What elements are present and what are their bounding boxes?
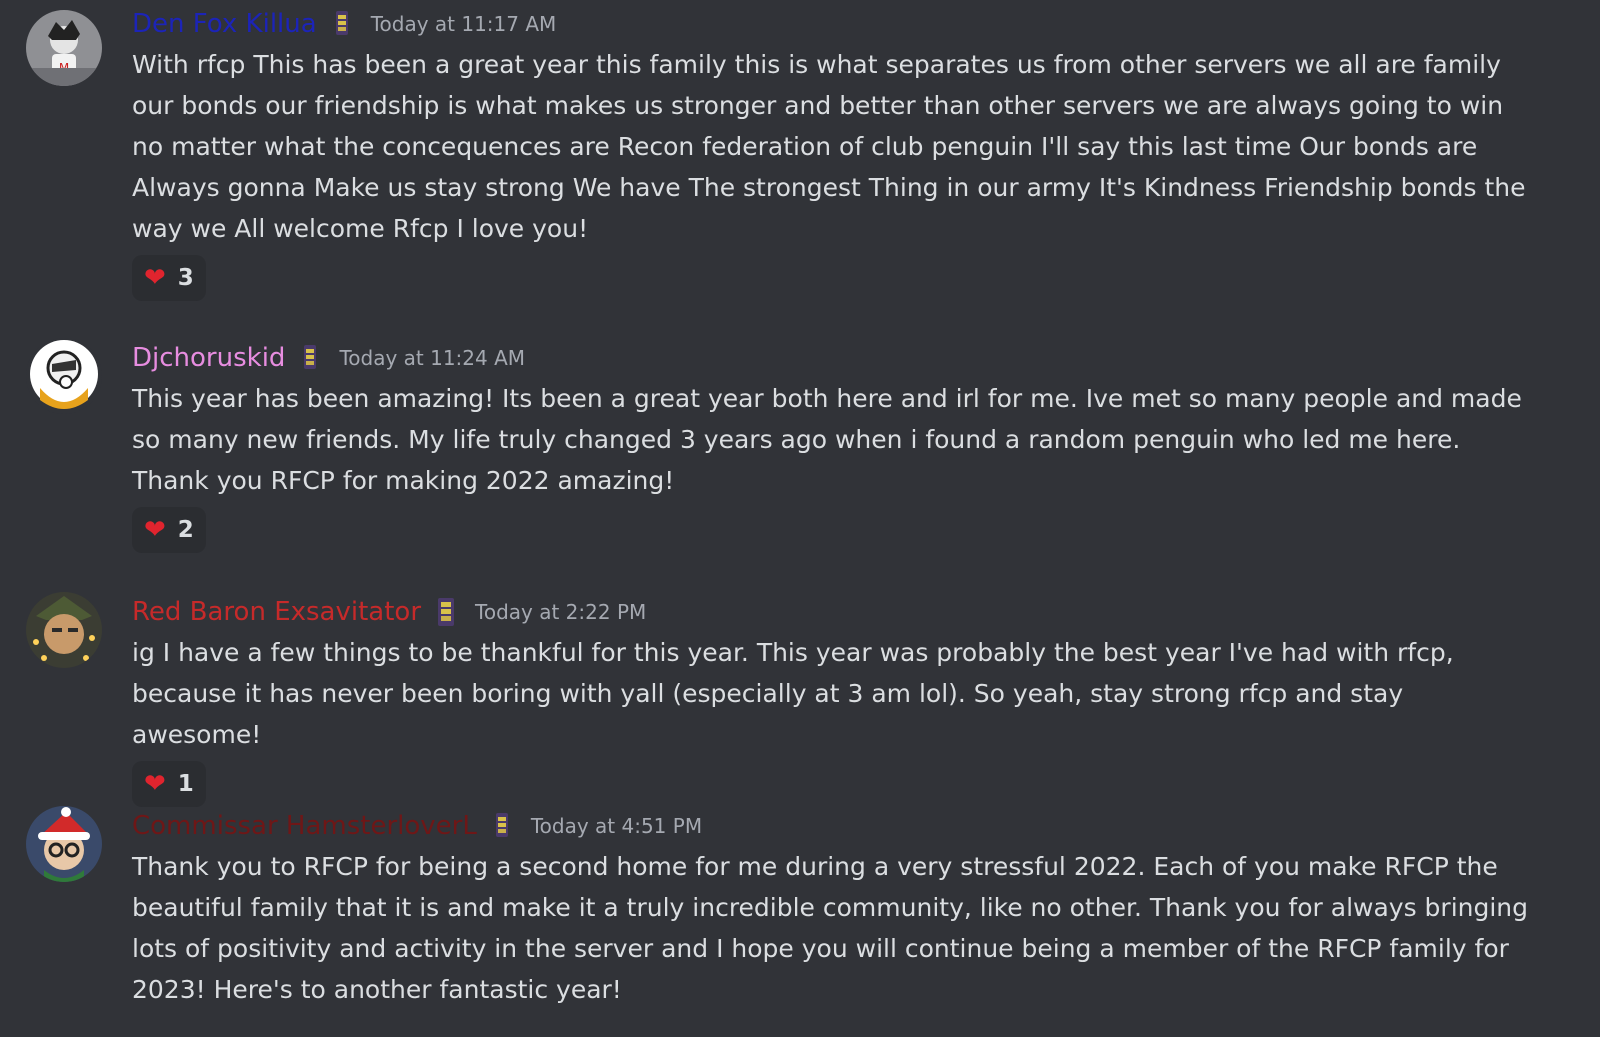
- reaction-count: 3: [177, 265, 194, 291]
- message-feed: M Den Fox Killua Today at 11:17 AM With …: [0, 0, 1600, 1037]
- message-text: With rfcp This has been a great year thi…: [132, 50, 1526, 243]
- rank-badge-icon[interactable]: [299, 343, 321, 373]
- username[interactable]: Den Fox Killua: [132, 4, 317, 44]
- rank-badge-icon[interactable]: [491, 811, 513, 841]
- message-header: Red Baron Exsavitator Today at 2:22 PM: [132, 592, 1532, 632]
- message-text: ig I have a few things to be thankful fo…: [132, 638, 1454, 749]
- username[interactable]: Red Baron Exsavitator: [132, 592, 421, 632]
- rank-badge-icon[interactable]: [435, 597, 457, 627]
- reaction-count: 2: [177, 517, 194, 543]
- timestamp[interactable]: Today at 4:51 PM: [531, 806, 702, 846]
- message-header: Djchoruskid Today at 11:24 AM: [132, 338, 1532, 378]
- reaction-button[interactable]: ❤ 2: [132, 507, 206, 553]
- timestamp[interactable]: Today at 11:24 AM: [339, 338, 525, 378]
- avatar-image: [26, 592, 102, 668]
- reaction-count: 1: [177, 771, 194, 797]
- rank-badge-icon[interactable]: [331, 9, 353, 39]
- username[interactable]: Djchoruskid: [132, 338, 285, 378]
- avatar[interactable]: [26, 806, 102, 882]
- reaction-button[interactable]: ❤ 3: [132, 255, 206, 301]
- message-header: Commissar HamsterloverL Today at 4:51 PM: [132, 806, 1532, 846]
- heart-icon: ❤: [144, 515, 166, 545]
- reaction-button[interactable]: ❤ 1: [132, 761, 206, 807]
- heart-icon: ❤: [144, 769, 166, 799]
- message-header: Den Fox Killua Today at 11:17 AM: [132, 4, 1532, 44]
- avatar[interactable]: [26, 338, 102, 414]
- message-text: This year has been amazing! Its been a g…: [132, 384, 1522, 495]
- avatar-image: [26, 338, 102, 414]
- avatar-image: M: [26, 10, 102, 86]
- avatar-image: [26, 806, 102, 882]
- heart-icon: ❤: [144, 263, 166, 293]
- avatar[interactable]: M: [26, 10, 102, 86]
- avatar[interactable]: [26, 592, 102, 668]
- message-text: Thank you to RFCP for being a second hom…: [132, 852, 1529, 1004]
- username[interactable]: Commissar HamsterloverL: [132, 806, 477, 846]
- timestamp[interactable]: Today at 11:17 AM: [371, 4, 557, 44]
- timestamp[interactable]: Today at 2:22 PM: [475, 592, 646, 632]
